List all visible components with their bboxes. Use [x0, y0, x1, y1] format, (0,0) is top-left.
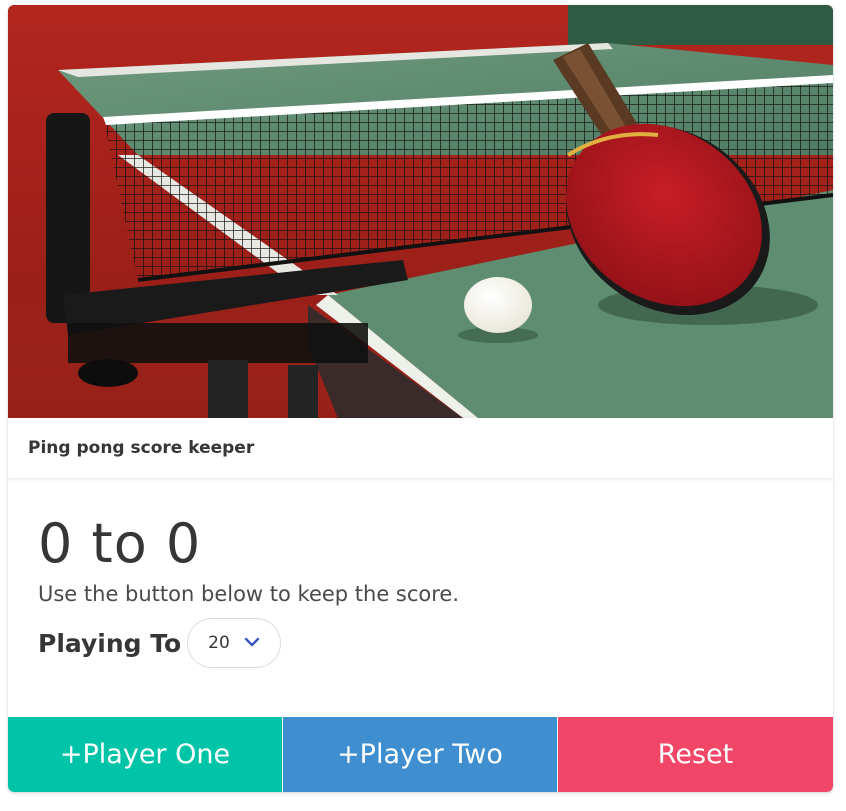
- reset-button[interactable]: Reset: [558, 717, 833, 792]
- add-player-one-button[interactable]: +Player One: [8, 717, 282, 792]
- playing-to-selected-value: 20: [208, 633, 230, 653]
- playing-to-row: Playing To 20: [38, 618, 803, 668]
- playing-to-label: Playing To: [38, 628, 182, 658]
- card-footer: +Player One +Player Two Reset: [8, 717, 833, 792]
- app-title: Ping pong score keeper: [28, 438, 255, 458]
- score-display: 0 to 0: [38, 512, 202, 575]
- chevron-down-icon: [244, 637, 260, 647]
- score-keeper-card: Ping pong score keeper 0 to 0 Use the bu…: [8, 5, 833, 792]
- card-content: 0 to 0 Use the button below to keep the …: [8, 478, 833, 717]
- add-player-two-button[interactable]: +Player Two: [283, 717, 557, 792]
- card-header: Ping pong score keeper: [8, 418, 833, 478]
- ping-pong-table-image: [8, 5, 833, 418]
- playing-to-select[interactable]: 20: [187, 618, 282, 668]
- instructions-text: Use the button below to keep the score.: [38, 582, 460, 606]
